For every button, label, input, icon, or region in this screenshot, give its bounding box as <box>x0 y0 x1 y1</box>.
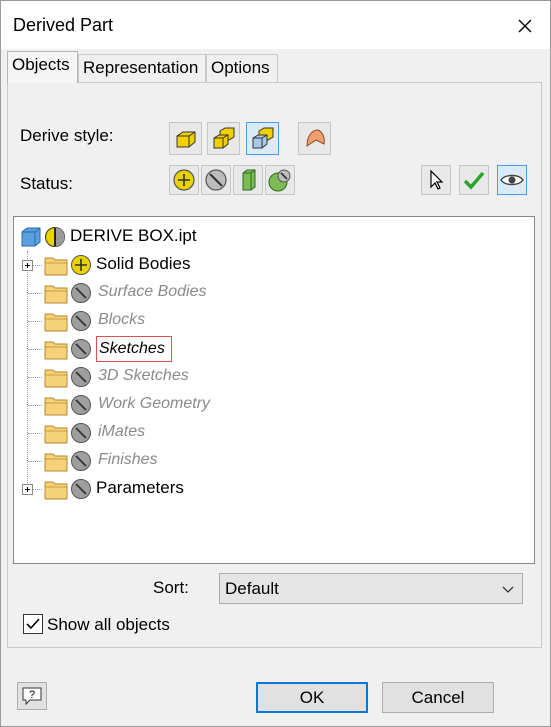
close-icon <box>518 19 532 33</box>
object-tree[interactable]: DERIVE BOX.ipt Solid Bodies Surface Bodi… <box>13 216 535 564</box>
exclude-icon[interactable] <box>70 394 92 416</box>
exclude-icon[interactable] <box>70 450 92 472</box>
sort-value: Default <box>225 579 279 598</box>
exclude-icon[interactable] <box>70 366 92 388</box>
status-exclude-button[interactable] <box>201 165 231 195</box>
apply-button[interactable] <box>459 165 489 195</box>
tree-item-label: Finishes <box>98 451 158 468</box>
tree-root-label: DERIVE BOX.ipt <box>70 226 197 245</box>
tree-item-label: Surface Bodies <box>98 283 207 300</box>
exclude-icon[interactable] <box>70 338 92 360</box>
tab-options[interactable]: Options <box>206 54 278 82</box>
tree-item-imates[interactable]: iMates <box>14 419 534 447</box>
keep-seams-body-icon <box>252 127 273 148</box>
include-icon <box>173 169 195 191</box>
expand-toggle[interactable] <box>22 260 33 271</box>
tree-item-label: 3D Sketches <box>98 367 189 384</box>
tree-item-work-geometry[interactable]: Work Geometry <box>14 391 534 419</box>
folder-icon <box>44 453 68 472</box>
folder-icon <box>44 285 68 304</box>
tree-item-surface-bodies[interactable]: Surface Bodies <box>14 279 534 307</box>
surface-body-icon <box>305 128 325 147</box>
partial-status-icon <box>45 227 65 247</box>
exclude-icon[interactable] <box>70 310 92 332</box>
close-button[interactable] <box>508 9 542 43</box>
folder-icon <box>44 313 68 332</box>
help-button[interactable]: ? <box>17 682 47 710</box>
multiple-solid-bodies-icon <box>213 127 234 148</box>
status-label: Status: <box>20 174 73 193</box>
tree-item-parameters[interactable]: Parameters <box>14 475 534 503</box>
folder-icon <box>44 369 68 388</box>
select-cursor-icon <box>430 169 444 190</box>
derive-style-keep-seams-button[interactable] <box>246 122 279 155</box>
tab-objects[interactable]: Objects <box>7 51 78 83</box>
chevron-down-icon <box>502 586 514 593</box>
derived-part-dialog: Derived Part Objects Representation Opti… <box>0 0 551 727</box>
select-tool-button[interactable] <box>421 165 451 195</box>
tree-item-label: Solid Bodies <box>96 254 191 273</box>
ok-button[interactable]: OK <box>256 682 368 713</box>
sort-dropdown[interactable]: Default <box>219 573 523 604</box>
expand-toggle[interactable] <box>22 484 33 495</box>
exclude-icon[interactable] <box>70 478 92 500</box>
title-bar: Derived Part <box>1 1 550 49</box>
show-all-objects-label: Show all objects <box>47 615 170 634</box>
folder-icon <box>44 341 68 360</box>
include-icon[interactable] <box>70 254 92 276</box>
body-as-work-surface-icon <box>242 169 256 191</box>
status-mixed-button[interactable] <box>265 165 295 195</box>
derive-style-surface-button[interactable] <box>298 122 331 155</box>
tree-item-finishes[interactable]: Finishes <box>14 447 534 475</box>
tree-item-label: iMates <box>98 423 146 440</box>
tab-representation[interactable]: Representation <box>78 54 206 82</box>
cancel-button[interactable]: Cancel <box>382 682 494 713</box>
tree-item-sketches[interactable]: Sketches <box>14 335 534 363</box>
tree-item-blocks[interactable]: Blocks <box>14 307 534 335</box>
folder-icon <box>44 397 68 416</box>
visibility-button[interactable] <box>497 165 527 195</box>
tree-item-label: Blocks <box>98 311 146 328</box>
folder-icon <box>44 257 68 276</box>
derive-style-merge-button[interactable] <box>169 122 202 155</box>
checkmark-icon <box>26 618 40 630</box>
eye-icon <box>500 174 524 186</box>
mixed-icon <box>268 169 291 192</box>
exclude-icon[interactable] <box>70 282 92 304</box>
merge-solid-body-icon <box>176 131 195 147</box>
show-all-objects-checkbox[interactable] <box>23 614 43 634</box>
tree-item-label: Sketches <box>96 336 172 362</box>
tree-item-3d-sketches[interactable]: 3D Sketches <box>14 363 534 391</box>
tree-item-solid-bodies[interactable]: Solid Bodies <box>14 251 534 279</box>
tree-root[interactable]: DERIVE BOX.ipt <box>14 223 534 251</box>
derive-style-multiple-bodies-button[interactable] <box>207 122 240 155</box>
exclude-icon <box>205 169 227 191</box>
status-work-surface-button[interactable] <box>233 165 263 195</box>
tree-item-label: Work Geometry <box>98 395 211 412</box>
folder-icon <box>44 481 68 500</box>
checkmark-icon <box>463 171 485 190</box>
tree-item-label: Parameters <box>96 478 184 497</box>
folder-icon <box>44 425 68 444</box>
exclude-icon[interactable] <box>70 422 92 444</box>
part-file-icon <box>21 227 41 247</box>
sort-label: Sort: <box>153 578 189 597</box>
dialog-title: Derived Part <box>13 15 114 35</box>
status-include-button[interactable] <box>169 165 199 195</box>
derive-style-label: Derive style: <box>20 126 114 145</box>
help-icon: ? <box>22 687 42 706</box>
svg-text:?: ? <box>29 689 35 701</box>
